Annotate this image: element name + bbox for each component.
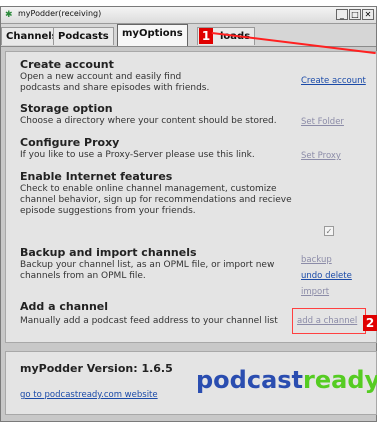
app-window: ✱ myPodder(receiving) _ □ ✕ Channels Pod… — [0, 6, 377, 422]
backup-link[interactable]: backup — [301, 255, 332, 265]
tab-podcasts[interactable]: Podcasts — [53, 27, 114, 45]
logo-podcast-text: podcast — [196, 366, 304, 394]
storage-option-desc: Choose a directory where your content sh… — [20, 116, 277, 126]
window-controls: _ □ ✕ — [336, 9, 374, 20]
close-button[interactable]: ✕ — [362, 9, 374, 20]
callout-marker-2: 2 — [363, 315, 377, 331]
internet-features-desc: Check to enable online channel managemen… — [20, 184, 292, 216]
minimize-button[interactable]: _ — [336, 9, 348, 20]
create-account-desc: Open a new account and easily find podca… — [20, 72, 210, 93]
version-label: myPodder Version: 1.6.5 — [20, 362, 173, 375]
tab-bar: Channels Podcasts myOptions loads — [1, 24, 376, 47]
configure-proxy-desc: If you like to use a Proxy-Server please… — [20, 150, 255, 160]
add-channel-title: Add a channel — [20, 300, 109, 313]
undo-delete-link[interactable]: undo delete — [301, 271, 352, 281]
version-panel: myPodder Version: 1.6.5 go to podcastrea… — [5, 351, 377, 415]
internet-features-title: Enable Internet features — [20, 170, 173, 183]
tab-myoptions[interactable]: myOptions — [117, 24, 188, 46]
backup-import-title: Backup and import channels — [20, 246, 197, 259]
logo-ready-text: ready — [303, 366, 377, 394]
create-account-link[interactable]: Create account — [301, 76, 366, 86]
podcastready-logo: podcastready™ — [196, 366, 377, 394]
set-proxy-link[interactable]: Set Proxy — [301, 151, 341, 161]
create-account-title: Create account — [20, 58, 114, 71]
internet-features-checkbox[interactable]: ✓ — [324, 226, 334, 236]
add-channel-desc: Manually add a podcast feed address to y… — [20, 316, 278, 326]
options-panel: Create account Open a new account and ea… — [5, 51, 377, 343]
set-folder-link[interactable]: Set Folder — [301, 117, 344, 127]
window-title: myPodder(receiving) — [18, 9, 102, 18]
website-link[interactable]: go to podcastready.com website — [20, 390, 158, 400]
app-icon: ✱ — [5, 10, 13, 20]
backup-import-desc: Backup your channel list, as an OPML fil… — [20, 260, 275, 281]
maximize-button[interactable]: □ — [349, 9, 361, 20]
storage-option-title: Storage option — [20, 102, 113, 115]
import-link[interactable]: import — [301, 287, 329, 297]
title-bar: ✱ myPodder(receiving) _ □ ✕ — [1, 7, 376, 24]
configure-proxy-title: Configure Proxy — [20, 136, 120, 149]
callout-marker-1: 1 — [199, 28, 213, 44]
add-channel-link[interactable]: add a channel — [297, 316, 357, 326]
